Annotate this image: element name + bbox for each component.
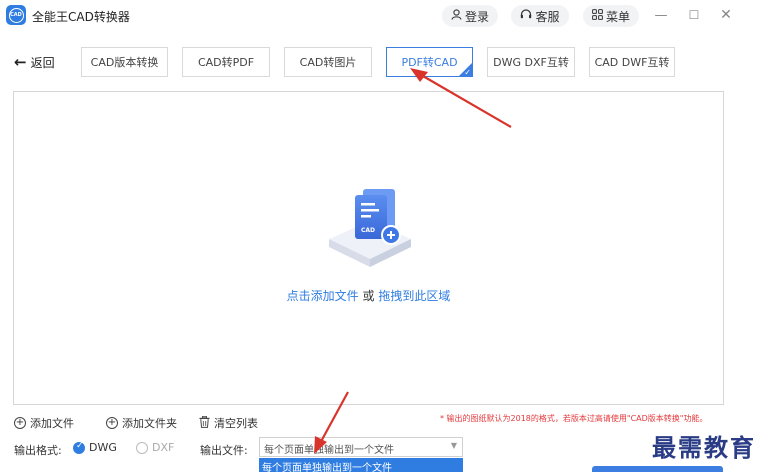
trash-icon <box>199 415 210 431</box>
tab-cad-version[interactable]: CAD版本转换 <box>81 47 168 77</box>
tab-label: CAD DWF互转 <box>594 56 670 69</box>
clear-list-button[interactable]: 清空列表 <box>199 415 258 431</box>
output-file-value: 每个页面单独输出到一个文件 <box>264 445 394 456</box>
arrow-left-icon: ← <box>14 53 27 71</box>
add-folder-label: 添加文件夹 <box>122 417 177 430</box>
headset-icon <box>520 9 532 23</box>
format-dxf-radio[interactable]: DXF <box>136 441 174 454</box>
convert-button[interactable] <box>592 466 723 472</box>
tab-label: CAD转图片 <box>299 56 357 69</box>
back-label: 返回 <box>30 55 55 70</box>
tab-dwg-dxf[interactable]: DWG DXF互转 <box>487 47 575 77</box>
grid-menu-icon <box>592 9 603 23</box>
output-file-label: 输出文件: <box>200 444 248 457</box>
add-file-label: 添加文件 <box>30 417 74 430</box>
plus-circle-icon: + <box>14 417 26 429</box>
drag-hint-link: 拖拽到此区域 <box>378 289 451 303</box>
tab-pdf-to-cad[interactable]: PDF转CAD ✓ <box>386 47 473 77</box>
menu-label: 菜单 <box>605 9 630 24</box>
title-bar: CAD 全能王CAD转换器 登录 客服 菜单 — ☐ ✕ <box>0 0 773 32</box>
tab-label: PDF转CAD <box>401 56 458 69</box>
add-file-button[interactable]: + 添加文件 <box>14 415 74 431</box>
radio-checked-icon <box>73 441 85 454</box>
doc-badge-text: CAD <box>361 227 375 234</box>
add-document-icon: CAD <box>329 189 411 267</box>
service-button[interactable]: 客服 <box>511 5 569 27</box>
format-note: * 输出的图纸默认为2018的格式，若版本过高请使用"CAD版本转换"功能。 <box>440 414 708 423</box>
output-format-label: 输出格式: <box>14 444 62 457</box>
dropdown-option[interactable]: 每个页面单独输出到一个文件 <box>259 458 463 472</box>
format-dxf-label: DXF <box>152 441 175 454</box>
menu-button[interactable]: 菜单 <box>583 5 639 27</box>
minimize-button[interactable]: — <box>652 6 670 24</box>
watermark-logo: 最需教育 <box>652 433 756 462</box>
output-file-select[interactable]: 每个页面单独输出到一个文件 ▼ <box>259 437 463 457</box>
tab-cad-to-image[interactable]: CAD转图片 <box>284 47 372 77</box>
chevron-down-icon: ▼ <box>450 441 457 450</box>
app-logo: CAD <box>6 5 26 25</box>
close-button[interactable]: ✕ <box>717 6 735 24</box>
click-add-link[interactable]: 点击添加文件 <box>287 289 359 303</box>
clear-list-label: 清空列表 <box>214 417 258 430</box>
add-folder-button[interactable]: + 添加文件夹 <box>106 415 177 431</box>
or-text: 或 <box>358 289 379 303</box>
tab-label: CAD转PDF <box>197 56 255 69</box>
login-label: 登录 <box>464 9 489 24</box>
tab-cad-to-pdf[interactable]: CAD转PDF <box>182 47 270 77</box>
login-button[interactable]: 登录 <box>442 5 498 27</box>
tab-label: DWG DXF互转 <box>493 56 569 69</box>
plus-circle-icon: + <box>106 417 118 429</box>
user-icon <box>451 9 462 23</box>
radio-unchecked-icon <box>136 441 148 454</box>
check-icon: ✓ <box>464 68 471 77</box>
tab-label: CAD版本转换 <box>90 56 159 69</box>
format-dwg-label: DWG <box>89 441 117 454</box>
drop-hint: 点击添加文件 或 拖拽到此区域 <box>14 287 723 304</box>
tab-cad-dwf[interactable]: CAD DWF互转 <box>589 47 675 77</box>
back-button[interactable]: ← 返回 <box>14 53 55 71</box>
app-title: 全能王CAD转换器 <box>32 10 130 24</box>
format-dwg-radio[interactable]: DWG <box>73 441 117 454</box>
maximize-button[interactable]: ☐ <box>685 6 703 24</box>
service-label: 客服 <box>535 9 560 24</box>
file-drop-zone[interactable]: CAD 点击添加文件 或 拖拽到此区域 <box>13 91 724 405</box>
